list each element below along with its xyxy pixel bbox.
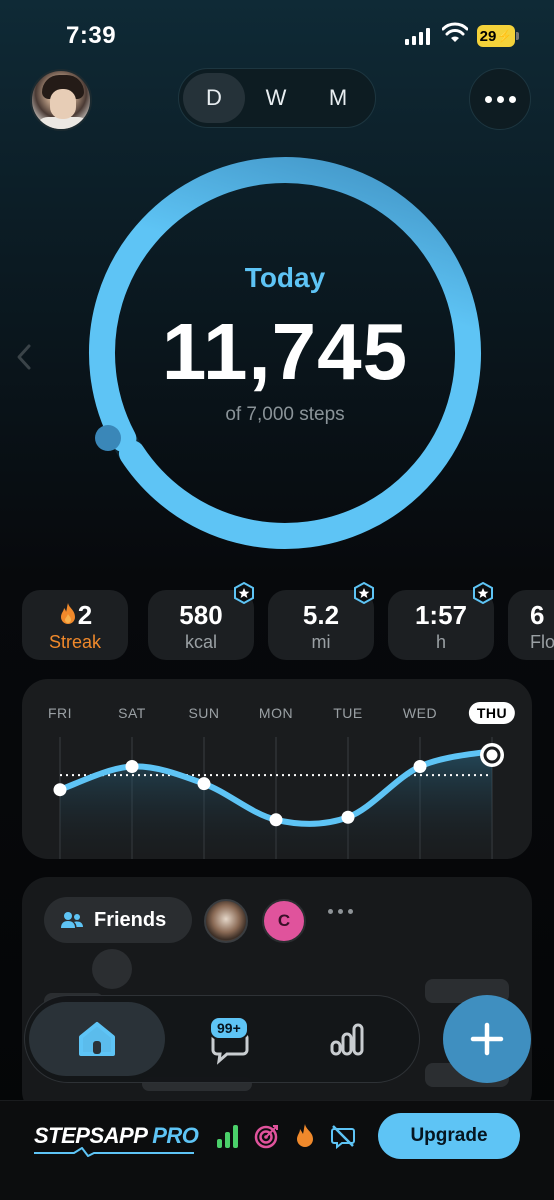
cellular-signal-icon xyxy=(405,27,430,45)
add-button[interactable] xyxy=(443,995,531,1083)
day-point xyxy=(125,759,139,773)
streak-value: 2 xyxy=(22,600,128,631)
streak-flame-icon xyxy=(297,1124,313,1147)
floors-card[interactable]: 6 Flo xyxy=(508,590,554,660)
stepsapp-pro-logo: STEPSAPP PRO xyxy=(34,1123,199,1149)
home-icon xyxy=(79,1022,115,1056)
calories-label: kcal xyxy=(184,632,217,652)
status-time: 7:39 xyxy=(66,22,117,49)
friend-initial: C xyxy=(277,911,291,930)
active-time-value: 1:57 xyxy=(414,600,468,630)
floors-label: Flo xyxy=(530,632,554,652)
steps-goal-text: of 7,000 steps xyxy=(225,404,345,425)
friend-avatar-initial[interactable]: C xyxy=(262,899,306,943)
floors-value: 6 xyxy=(530,600,545,630)
distance-label: mi xyxy=(311,632,331,652)
tab-statistics[interactable] xyxy=(317,1002,377,1076)
steps-summary: Today 11,745 of 7,000 steps xyxy=(86,154,484,552)
charging-bolt-icon: ⚡ xyxy=(497,29,513,43)
goal-target-icon xyxy=(254,1125,278,1149)
calories-achievement-badge-icon xyxy=(234,582,254,604)
day-point xyxy=(413,759,427,773)
active-time-achievement-badge-icon xyxy=(473,582,493,604)
upgrade-button[interactable]: Upgrade xyxy=(378,1113,520,1159)
previous-day-chevron-icon[interactable] xyxy=(14,342,34,372)
pro-features-icons xyxy=(216,1123,356,1149)
pro-promo-banner: STEPSAPP PRO Upgrade xyxy=(0,1100,554,1200)
day-point xyxy=(269,813,283,827)
battery-level: 29 xyxy=(479,27,497,45)
user-avatar[interactable] xyxy=(30,69,92,131)
day-point xyxy=(53,783,67,797)
plus-icon xyxy=(470,1022,504,1056)
friends-button[interactable]: Friends xyxy=(44,897,192,943)
brand-pro-text: PRO xyxy=(152,1123,199,1148)
no-ads-icon xyxy=(331,1125,355,1149)
logo-swoosh xyxy=(34,1147,194,1157)
active-time-label: h xyxy=(435,632,446,652)
streak-number: 2 xyxy=(77,600,93,630)
messages-badge: 99+ xyxy=(209,1016,249,1040)
bottom-tab-bar: 99+ xyxy=(24,995,420,1083)
friend-avatar-photo[interactable] xyxy=(204,899,248,943)
more-options-button[interactable] xyxy=(469,68,531,130)
tab-home[interactable] xyxy=(29,1002,165,1076)
flame-icon xyxy=(60,603,75,624)
distance-achievement-badge-icon xyxy=(354,582,374,604)
streak-label: Streak xyxy=(48,632,102,652)
ring-period-label: Today xyxy=(244,262,326,293)
week-steps-card[interactable]: FRI SAT SUN MON TUE WED THU xyxy=(22,679,532,859)
friends-label: Friends xyxy=(94,908,167,931)
brand-main-text: STEPSAPP xyxy=(34,1123,147,1148)
status-bar: 7:39 29 ⚡ xyxy=(0,0,554,72)
week-steps-chart xyxy=(53,737,504,859)
today-point xyxy=(486,749,498,761)
friends-more-icon[interactable] xyxy=(328,909,353,914)
tab-messages[interactable]: 99+ xyxy=(195,1002,265,1076)
day-point xyxy=(341,810,355,824)
wifi-icon xyxy=(442,22,468,42)
bar-chart-icon xyxy=(330,1023,364,1056)
stats-bars-icon xyxy=(217,1125,238,1148)
period-week-option[interactable]: W xyxy=(245,73,307,123)
steps-count: 11,745 xyxy=(161,307,409,396)
period-month-option[interactable]: M xyxy=(307,73,369,123)
day-point xyxy=(197,777,211,791)
period-day-option[interactable]: D xyxy=(183,73,245,123)
streak-card[interactable]: 2 Streak xyxy=(22,590,128,660)
distance-value: 5.2 xyxy=(302,600,340,630)
period-segmented-control: D W M xyxy=(178,68,376,128)
battery-indicator: 29 ⚡ xyxy=(477,25,519,47)
placeholder-avatar xyxy=(92,949,132,989)
calories-value: 580 xyxy=(179,600,223,630)
people-icon xyxy=(61,912,83,928)
